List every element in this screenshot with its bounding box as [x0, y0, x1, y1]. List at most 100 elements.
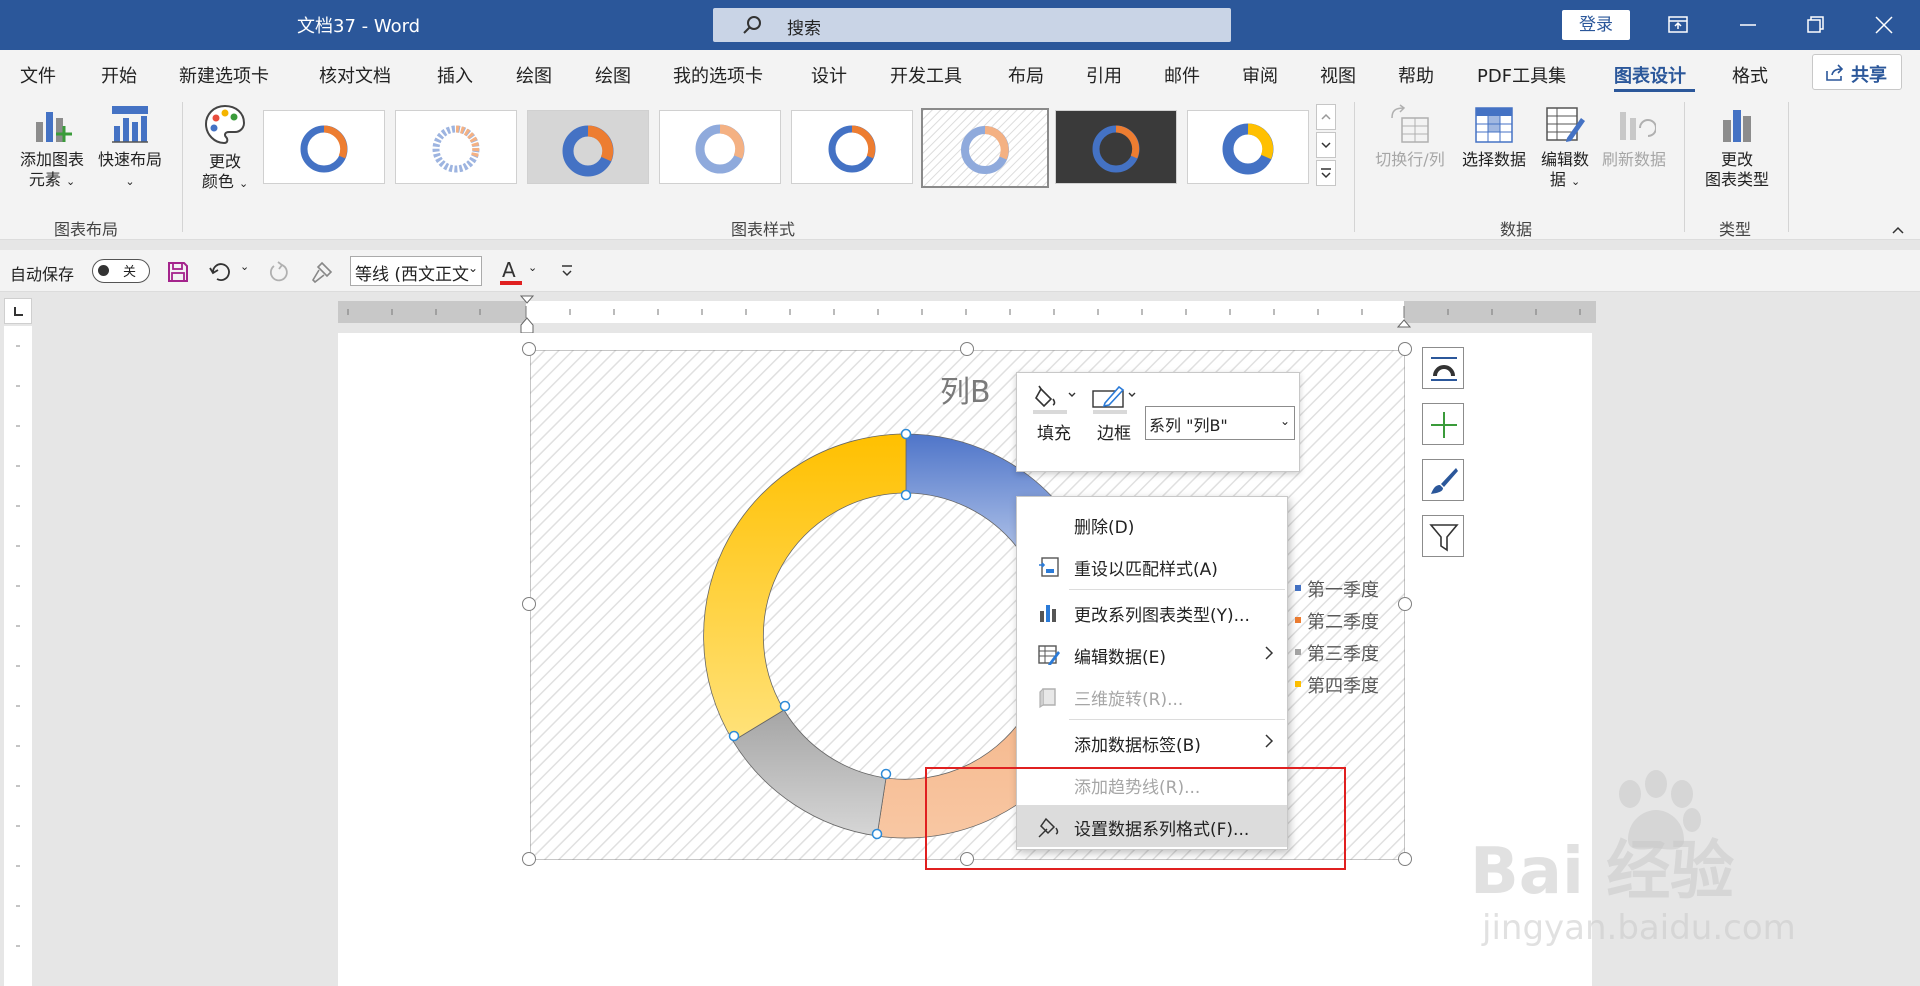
menu-item-reset-style[interactable]: 重设以匹配样式(A): [1017, 545, 1287, 587]
resize-handle-bottom-right[interactable]: [1398, 852, 1412, 866]
point-handle[interactable]: [880, 768, 892, 780]
gallery-more-button[interactable]: [1316, 160, 1336, 186]
tab-insert[interactable]: 插入: [437, 62, 473, 88]
tab-format[interactable]: 格式: [1732, 62, 1768, 88]
point-handle[interactable]: [900, 489, 912, 501]
chart-style-7-preview: [1092, 125, 1140, 173]
switch-row-column-button[interactable]: 切换行/列: [1368, 104, 1452, 170]
change-chart-type-button[interactable]: 更改 图表类型: [1696, 104, 1778, 190]
restore-button[interactable]: [1788, 0, 1844, 50]
tab-developer[interactable]: 开发工具: [890, 62, 962, 88]
chart-style-5[interactable]: [791, 110, 913, 184]
close-button[interactable]: [1856, 0, 1912, 50]
tab-view[interactable]: 视图: [1320, 62, 1356, 88]
legend-item-q3[interactable]: 第三季度: [1295, 640, 1379, 672]
add-chart-element-button[interactable]: 添加图表 元素 ⌄: [12, 102, 92, 192]
tab-layout[interactable]: 布局: [1008, 62, 1044, 88]
border-button[interactable]: 边框: [1087, 383, 1141, 444]
quick-layout-button[interactable]: 快速布局 ⌄: [92, 102, 168, 192]
tab-chart-design[interactable]: 图表设计: [1614, 62, 1686, 88]
chart-legend[interactable]: 第一季度 第二季度 第三季度 第四季度: [1295, 576, 1379, 704]
undo-dropdown-chevron-icon[interactable]: ⌄: [240, 260, 249, 273]
baidu-watermark: Bai 经验 jingyan.baidu.com: [1470, 770, 1910, 970]
font-color-dropdown-chevron-icon[interactable]: ⌄: [528, 261, 537, 274]
tab-pdf-tools[interactable]: PDF工具集: [1477, 62, 1566, 88]
layout-options-button[interactable]: [1422, 347, 1464, 389]
menu-item-change-series-chart-type[interactable]: 更改系列图表类型(Y)...: [1017, 591, 1287, 633]
redo-icon[interactable]: [266, 260, 290, 284]
format-painter-icon[interactable]: [310, 260, 334, 284]
tab-my-tab[interactable]: 我的选项卡: [673, 62, 763, 88]
edit-data-button[interactable]: 编辑数 据 ⌄: [1534, 104, 1596, 192]
series-select[interactable]: 系列 "列B" ⌄: [1145, 406, 1295, 440]
gallery-scroll-down-button[interactable]: [1316, 132, 1336, 158]
resize-handle-top-right[interactable]: [1398, 342, 1412, 356]
tab-help[interactable]: 帮助: [1398, 62, 1434, 88]
chart-styles-button[interactable]: [1422, 459, 1464, 501]
chart-filters-button[interactable]: [1422, 515, 1464, 557]
tab-proofread[interactable]: 核对文档: [319, 62, 391, 88]
font-name-select[interactable]: 等线 (西文正文 ⌄: [350, 256, 482, 286]
tab-references[interactable]: 引用: [1086, 62, 1122, 88]
vertical-ruler[interactable]: [4, 326, 32, 986]
chart-style-1[interactable]: [263, 110, 385, 184]
save-icon[interactable]: [166, 260, 190, 284]
gallery-more-icon: [1321, 168, 1331, 179]
select-data-button[interactable]: 选择数据: [1456, 104, 1532, 170]
ribbon-display-options-button[interactable]: [1650, 0, 1706, 50]
minimize-button[interactable]: [1720, 0, 1776, 50]
legend-item-q2[interactable]: 第二季度: [1295, 608, 1379, 640]
first-line-indent-marker[interactable]: [520, 295, 534, 335]
customize-toolbar-icon[interactable]: [560, 262, 574, 280]
point-handle[interactable]: [779, 700, 791, 712]
resize-handle-bottom-left[interactable]: [522, 852, 536, 866]
fill-button[interactable]: 填充: [1027, 383, 1081, 444]
point-handle[interactable]: [728, 730, 740, 742]
font-color-icon[interactable]: A: [498, 257, 524, 287]
tab-file[interactable]: 文件: [20, 62, 56, 88]
series-select-value: 系列 "列B": [1149, 416, 1228, 435]
autosave-toggle[interactable]: 关: [92, 259, 150, 283]
search-icon: [743, 16, 761, 34]
legend-item-q4[interactable]: 第四季度: [1295, 672, 1379, 704]
active-tab-indicator: [1614, 89, 1695, 92]
menu-item-edit-data[interactable]: 编辑数据(E): [1017, 633, 1287, 675]
tab-design[interactable]: 设计: [811, 62, 847, 88]
resize-handle-right[interactable]: [1398, 597, 1412, 611]
menu-item-label: 添加数据标签(B): [1074, 736, 1201, 756]
search-box[interactable]: 搜索: [713, 8, 1231, 42]
right-indent-marker[interactable]: [1397, 315, 1411, 329]
tab-draw-2[interactable]: 绘图: [595, 62, 631, 88]
chart-title[interactable]: 列B: [940, 367, 991, 411]
chart-style-3[interactable]: [527, 110, 649, 184]
gallery-scroll-up-button[interactable]: [1316, 104, 1336, 130]
resize-handle-left[interactable]: [522, 597, 536, 611]
mini-toolbar: 填充 边框 系列 "列B" ⌄: [1016, 372, 1300, 472]
point-handle[interactable]: [871, 828, 883, 840]
menu-item-delete[interactable]: 删除(D): [1017, 503, 1287, 545]
refresh-data-button[interactable]: 刷新数据: [1596, 104, 1672, 170]
vertical-ruler-ticks: [16, 345, 20, 947]
chart-style-4[interactable]: [659, 110, 781, 184]
tab-new-tab[interactable]: 新建选项卡: [179, 62, 269, 88]
legend-item-q1[interactable]: 第一季度: [1295, 576, 1379, 608]
chart-style-2[interactable]: [395, 110, 517, 184]
chart-style-6-selected[interactable]: [921, 108, 1049, 188]
resize-handle-top[interactable]: [960, 342, 974, 356]
tab-review[interactable]: 审阅: [1242, 62, 1278, 88]
undo-icon[interactable]: [208, 260, 232, 284]
tab-mailings[interactable]: 邮件: [1164, 62, 1200, 88]
tab-home[interactable]: 开始: [101, 62, 137, 88]
change-colors-button[interactable]: 更改 颜色 ⌄: [192, 102, 258, 194]
chart-style-8[interactable]: [1187, 110, 1309, 184]
point-handle[interactable]: [900, 428, 912, 440]
collapse-ribbon-icon[interactable]: [1890, 224, 1906, 236]
menu-item-add-data-labels[interactable]: 添加数据标签(B): [1017, 721, 1287, 763]
resize-handle-top-left[interactable]: [522, 342, 536, 356]
login-button[interactable]: 登录: [1562, 10, 1630, 40]
chart-elements-button[interactable]: [1422, 403, 1464, 445]
tab-stop-selector[interactable]: [4, 298, 32, 324]
tab-draw-1[interactable]: 绘图: [516, 62, 552, 88]
share-button[interactable]: 共享: [1812, 54, 1902, 90]
chart-style-7[interactable]: [1055, 110, 1177, 184]
